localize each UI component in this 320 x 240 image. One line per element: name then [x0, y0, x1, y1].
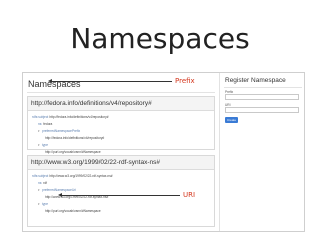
tree-row: rdfs:subject http://www.w3.org/1999/02/2… [32, 172, 214, 179]
tree-row: ns: rdf [32, 179, 214, 186]
namespace-card: http://fedora.info/definitions/v4/reposi… [27, 96, 215, 154]
arrow-line [62, 194, 180, 196]
tree-value[interactable]: http://fedora.info/definitions/v4/reposi… [49, 115, 108, 119]
tree-row: rdfs:subject http://fedora.info/definiti… [32, 113, 214, 120]
app-screenshot: Namespaces http://fedora.info/definition… [22, 72, 305, 232]
divider [27, 92, 215, 93]
create-button[interactable]: Create [225, 117, 238, 123]
namespaces-panel: Namespaces http://fedora.info/definition… [23, 73, 219, 231]
tree-row: http://fedora.info/definitions/v4/reposi… [32, 134, 214, 141]
annotation-prefix: Prefix [48, 77, 195, 85]
uri-input[interactable] [225, 107, 299, 113]
divider [224, 87, 302, 88]
namespace-uri[interactable]: http://fedora.info/definitions/v4/reposi… [28, 97, 214, 111]
annotation-uri: URI [58, 191, 195, 199]
namespace-uri[interactable]: http://www.w3.org/1999/02/22-rdf-syntax-… [28, 156, 214, 170]
tree-row: ▾ type [32, 200, 214, 207]
tree-value: rdf [43, 180, 47, 185]
tree-row: ▾ preferredNamespacePrefix [32, 127, 214, 134]
arrow-line [52, 80, 172, 82]
tree-label: ns: [38, 121, 43, 126]
annotation-label: Prefix [175, 77, 195, 85]
tree-value: fedora [43, 121, 53, 126]
tree-value: http://fedora.info/definitions/v4/reposi… [45, 135, 105, 140]
tree-label: rdfs:subject [32, 114, 49, 119]
tree-label[interactable]: type [42, 143, 48, 147]
annotation-label: URI [183, 191, 196, 199]
namespace-tree: rdfs:subject http://fedora.info/definiti… [28, 111, 214, 155]
tree-label: rdfs:subject [32, 173, 49, 178]
tree-row: ns: fedora [32, 120, 214, 127]
tree-label[interactable]: type [42, 202, 48, 206]
tree-value[interactable]: http://purl.org/vocab/vann/#Namespace [45, 150, 101, 154]
slide-title: Namespaces [70, 22, 250, 55]
tree-value[interactable]: http://www.w3.org/1999/02/22-rdf-syntax-… [49, 174, 112, 178]
tree-value[interactable]: http://purl.org/vocab/vann/#Namespace [45, 209, 101, 213]
register-namespace-panel: Register Namespace Prefix URI Create [219, 73, 304, 231]
tree-row: http://purl.org/vocab/vann/#Namespace [32, 148, 214, 155]
tree-label: ns: [38, 180, 43, 185]
tree-row: http://purl.org/vocab/vann/#Namespace [32, 207, 214, 214]
tree-label[interactable]: preferredNamespacePrefix [42, 129, 80, 133]
prefix-input[interactable] [225, 94, 299, 100]
tree-row: ▾ type [32, 141, 214, 148]
register-title: Register Namespace [225, 77, 286, 84]
